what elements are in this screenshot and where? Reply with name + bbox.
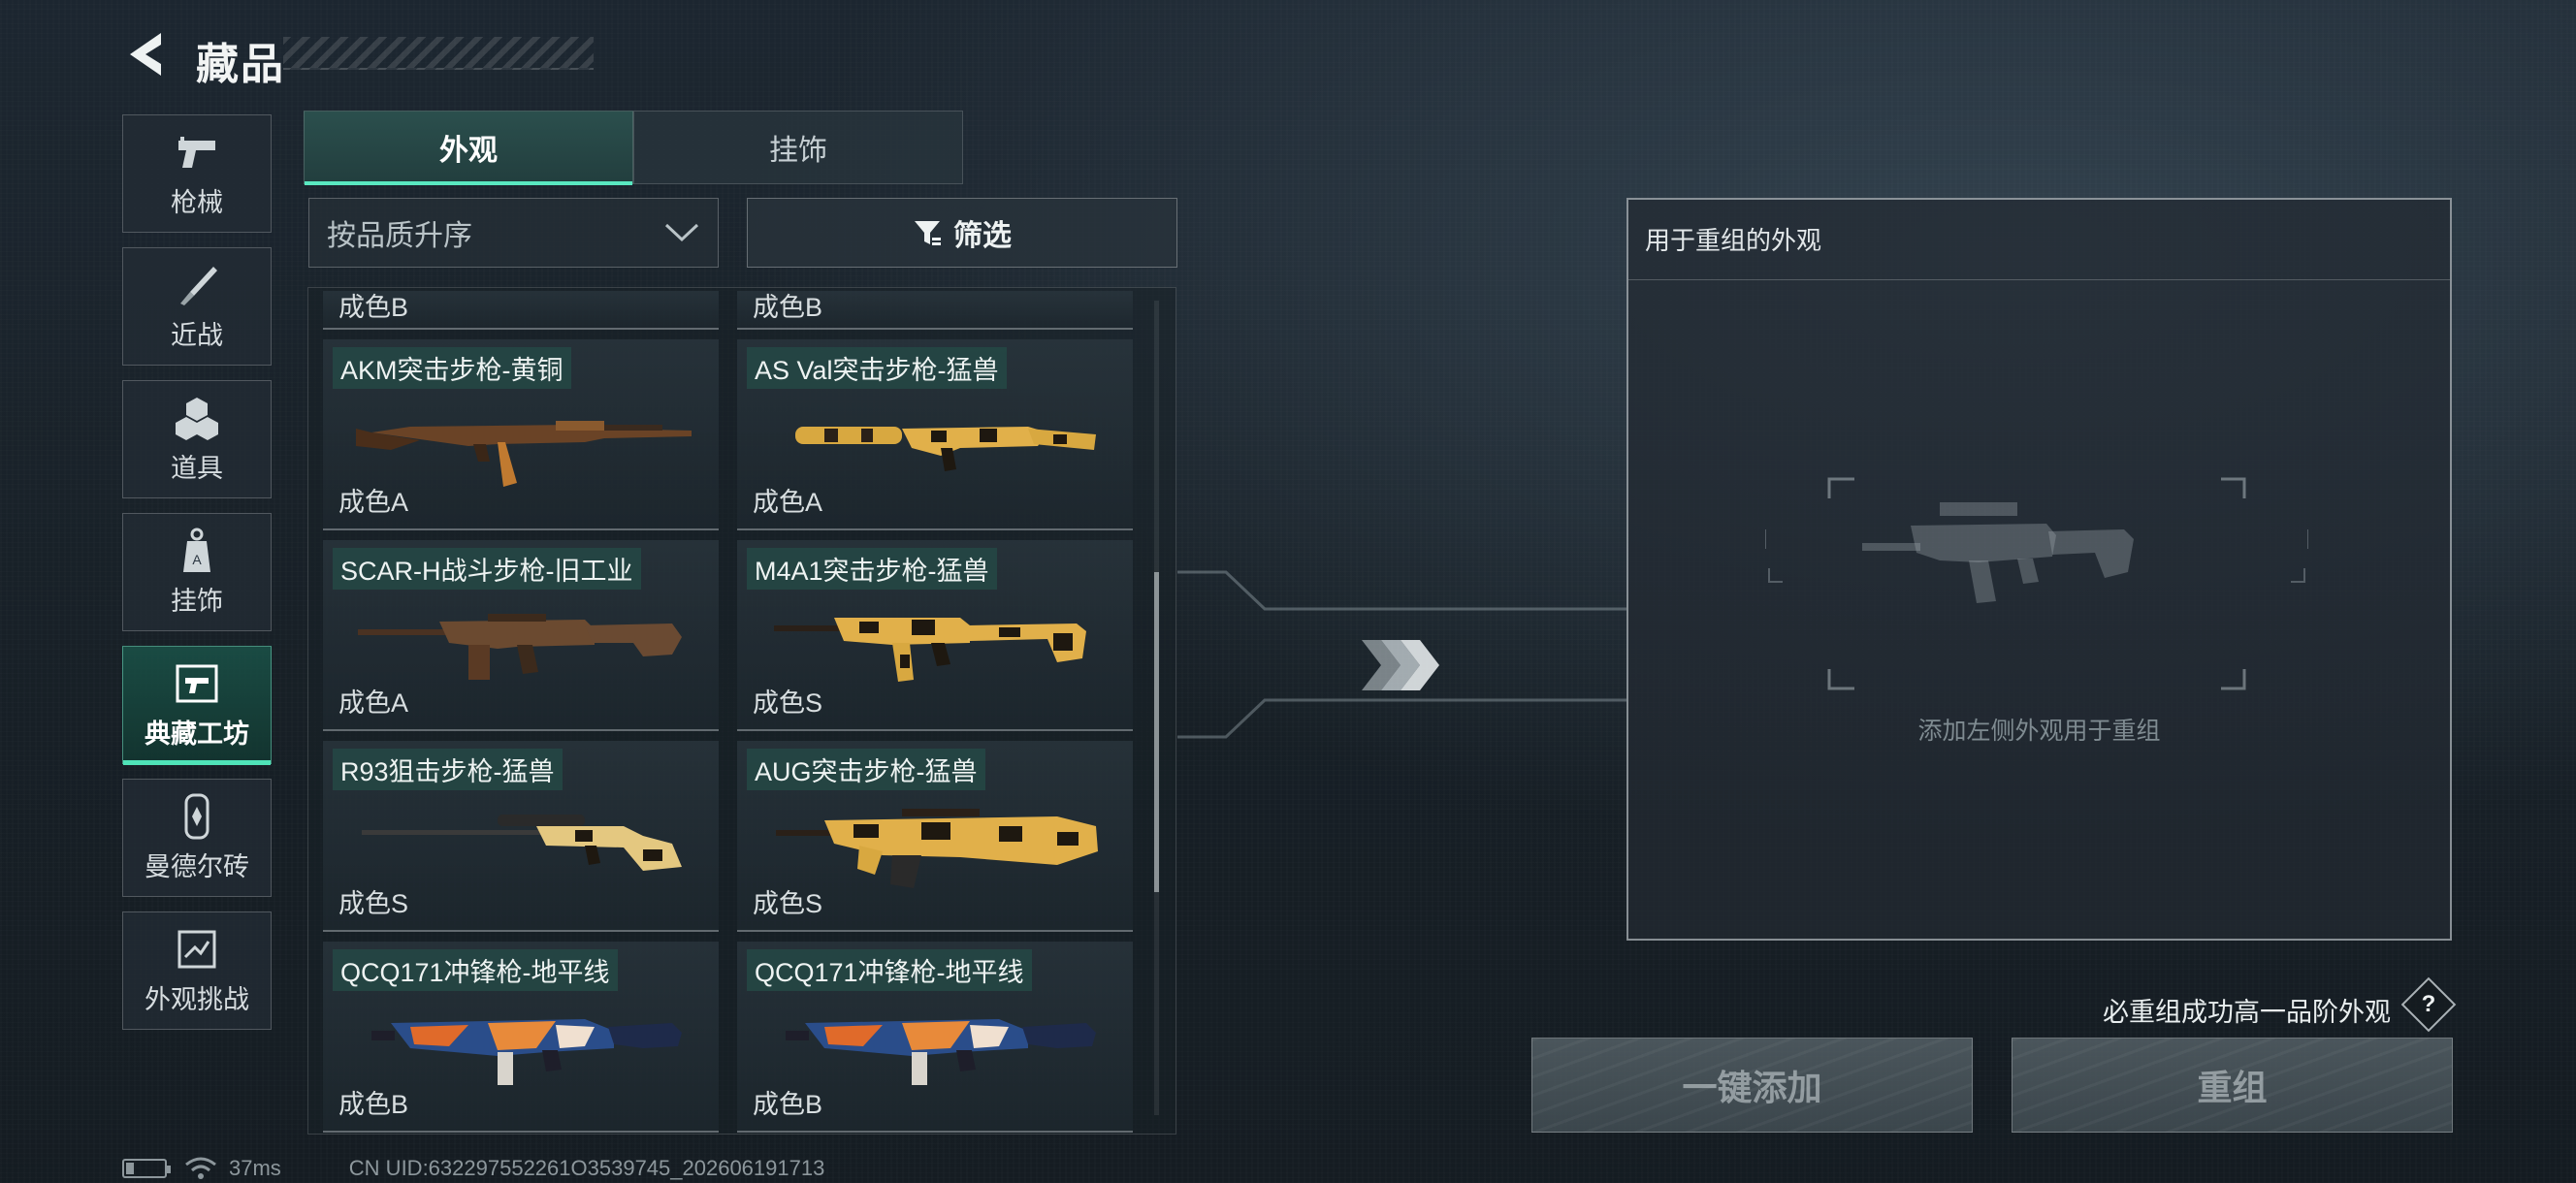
r93-sniper-image	[362, 815, 682, 871]
chevron-right-icon	[1362, 640, 1439, 690]
chevron-down-icon	[664, 223, 699, 242]
skin-card[interactable]: M4A1突击步枪-猛兽 成色S	[737, 540, 1133, 731]
qcq171-smg-image	[371, 1019, 682, 1085]
skin-name: AS Val突击步枪-猛兽	[747, 347, 1007, 389]
latency-text: 37ms	[229, 1156, 281, 1180]
category-label: 枪械	[171, 187, 223, 217]
skin-grade: 成色B	[338, 1090, 409, 1119]
charm-icon: A	[174, 528, 220, 574]
sort-value: 按品质升序	[327, 220, 472, 252]
svg-text:A: A	[192, 552, 202, 567]
category-label: 典藏工坊	[145, 719, 249, 749]
rework-guarantee-text: 必重组成功高一品阶外观	[2103, 998, 2391, 1027]
workshop-icon	[174, 660, 220, 707]
category-label: 道具	[171, 453, 223, 483]
category-workshop[interactable]: 典藏工坊	[122, 646, 272, 765]
skin-grade: 成色A	[338, 488, 409, 517]
rework-slot[interactable]	[1765, 475, 2308, 698]
sort-dropdown[interactable]: 按品质升序	[308, 198, 719, 268]
back-arrow-icon	[130, 33, 161, 76]
rework-label: 重组	[2197, 1068, 2268, 1107]
scrollbar-thumb[interactable]	[1154, 572, 1159, 892]
challenge-icon	[174, 926, 220, 973]
title-decoration	[283, 37, 594, 70]
tab-charms[interactable]: 挂饰	[633, 111, 963, 184]
scarh-rifle-image	[358, 614, 682, 680]
category-mandel-brick[interactable]: 曼德尔砖	[122, 779, 272, 897]
rework-hint: 添加左侧外观用于重组	[1917, 718, 2161, 745]
skin-name: AUG突击步枪-猛兽	[747, 749, 985, 790]
category-appearance-challenge[interactable]: 外观挑战	[122, 911, 272, 1030]
help-button[interactable]: ?	[2400, 976, 2457, 1033]
skin-name: M4A1突击步枪-猛兽	[747, 548, 997, 590]
skin-grade: 成色S	[338, 889, 409, 918]
skin-card[interactable]: 成色B	[737, 291, 1133, 330]
skin-grade: 成色A	[753, 488, 823, 517]
skin-name: SCAR-H战斗步枪-旧工业	[333, 548, 641, 590]
filter-button[interactable]: 筛选	[747, 198, 1177, 268]
category-label: 曼德尔砖	[145, 851, 249, 881]
skin-card[interactable]: QCQ171冲锋枪-地平线 成色B	[323, 942, 719, 1133]
rifle-silhouette-icon	[1862, 502, 2134, 603]
skin-card[interactable]: R93狙击步枪-猛兽 成色S	[323, 741, 719, 932]
rework-panel-title: 用于重组的外观	[1645, 226, 1822, 255]
skin-card[interactable]: 成色B	[323, 291, 719, 330]
knife-icon	[174, 262, 220, 308]
skin-grade: 成色B	[753, 293, 823, 322]
skin-card[interactable]: QCQ171冲锋枪-地平线 成色B	[737, 942, 1133, 1133]
skin-grade: 成色S	[753, 688, 823, 718]
add-all-button[interactable]: 一键添加	[1531, 1038, 1973, 1133]
status-bar: 37ms CN UID:632297552261O3539745_2026061…	[122, 1156, 824, 1181]
category-label: 近战	[171, 320, 223, 350]
skin-grade: 成色S	[753, 889, 823, 918]
skin-grade: 成色B	[753, 1090, 823, 1119]
rework-button[interactable]: 重组	[2012, 1038, 2453, 1133]
wifi-icon	[184, 1156, 217, 1181]
skin-card[interactable]: AS Val突击步枪-猛兽 成色A	[737, 339, 1133, 530]
pistol-icon	[174, 129, 220, 176]
skin-name: QCQ171冲锋枪-地平线	[333, 949, 618, 991]
skin-name: R93狙击步枪-猛兽	[333, 749, 563, 790]
skin-card[interactable]: AKM突击步枪-黄铜 成色A	[323, 339, 719, 530]
skin-grade: 成色B	[338, 293, 409, 322]
help-icon: ?	[2421, 991, 2436, 1017]
category-items[interactable]: 道具	[122, 380, 272, 498]
skin-card[interactable]: AUG突击步枪-猛兽 成色S	[737, 741, 1133, 932]
battery-icon	[122, 1159, 171, 1178]
category-charms[interactable]: A 挂饰	[122, 513, 272, 631]
category-label: 挂饰	[171, 586, 223, 616]
filter-label: 筛选	[953, 220, 1012, 252]
category-melee[interactable]: 近战	[122, 247, 272, 366]
m4a1-rifle-image	[774, 618, 1086, 682]
skin-card[interactable]: SCAR-H战斗步枪-旧工业 成色A	[323, 540, 719, 731]
category-weapons[interactable]: 枪械	[122, 114, 272, 233]
filter-icon	[913, 218, 942, 247]
grenade-icon	[174, 395, 220, 441]
add-all-label: 一键添加	[1682, 1068, 1822, 1107]
tab-appearance[interactable]: 外观	[304, 111, 633, 185]
category-label: 外观挑战	[145, 984, 249, 1014]
divider	[1628, 279, 2450, 280]
skin-name: QCQ171冲锋枪-地平线	[747, 949, 1032, 991]
skin-grade: 成色A	[338, 688, 409, 718]
aug-rifle-image	[776, 809, 1098, 888]
akm-rifle-image	[356, 421, 692, 487]
qcq171-smg-image	[786, 1019, 1096, 1085]
mandel-brick-icon	[174, 793, 220, 840]
asval-rifle-image	[795, 427, 1096, 471]
page-title: 藏品	[196, 41, 285, 88]
back-button[interactable]	[122, 29, 171, 80]
skin-name: AKM突击步枪-黄铜	[333, 347, 571, 389]
uid-text: CN UID:632297552261O3539745_202606191713	[348, 1156, 825, 1180]
